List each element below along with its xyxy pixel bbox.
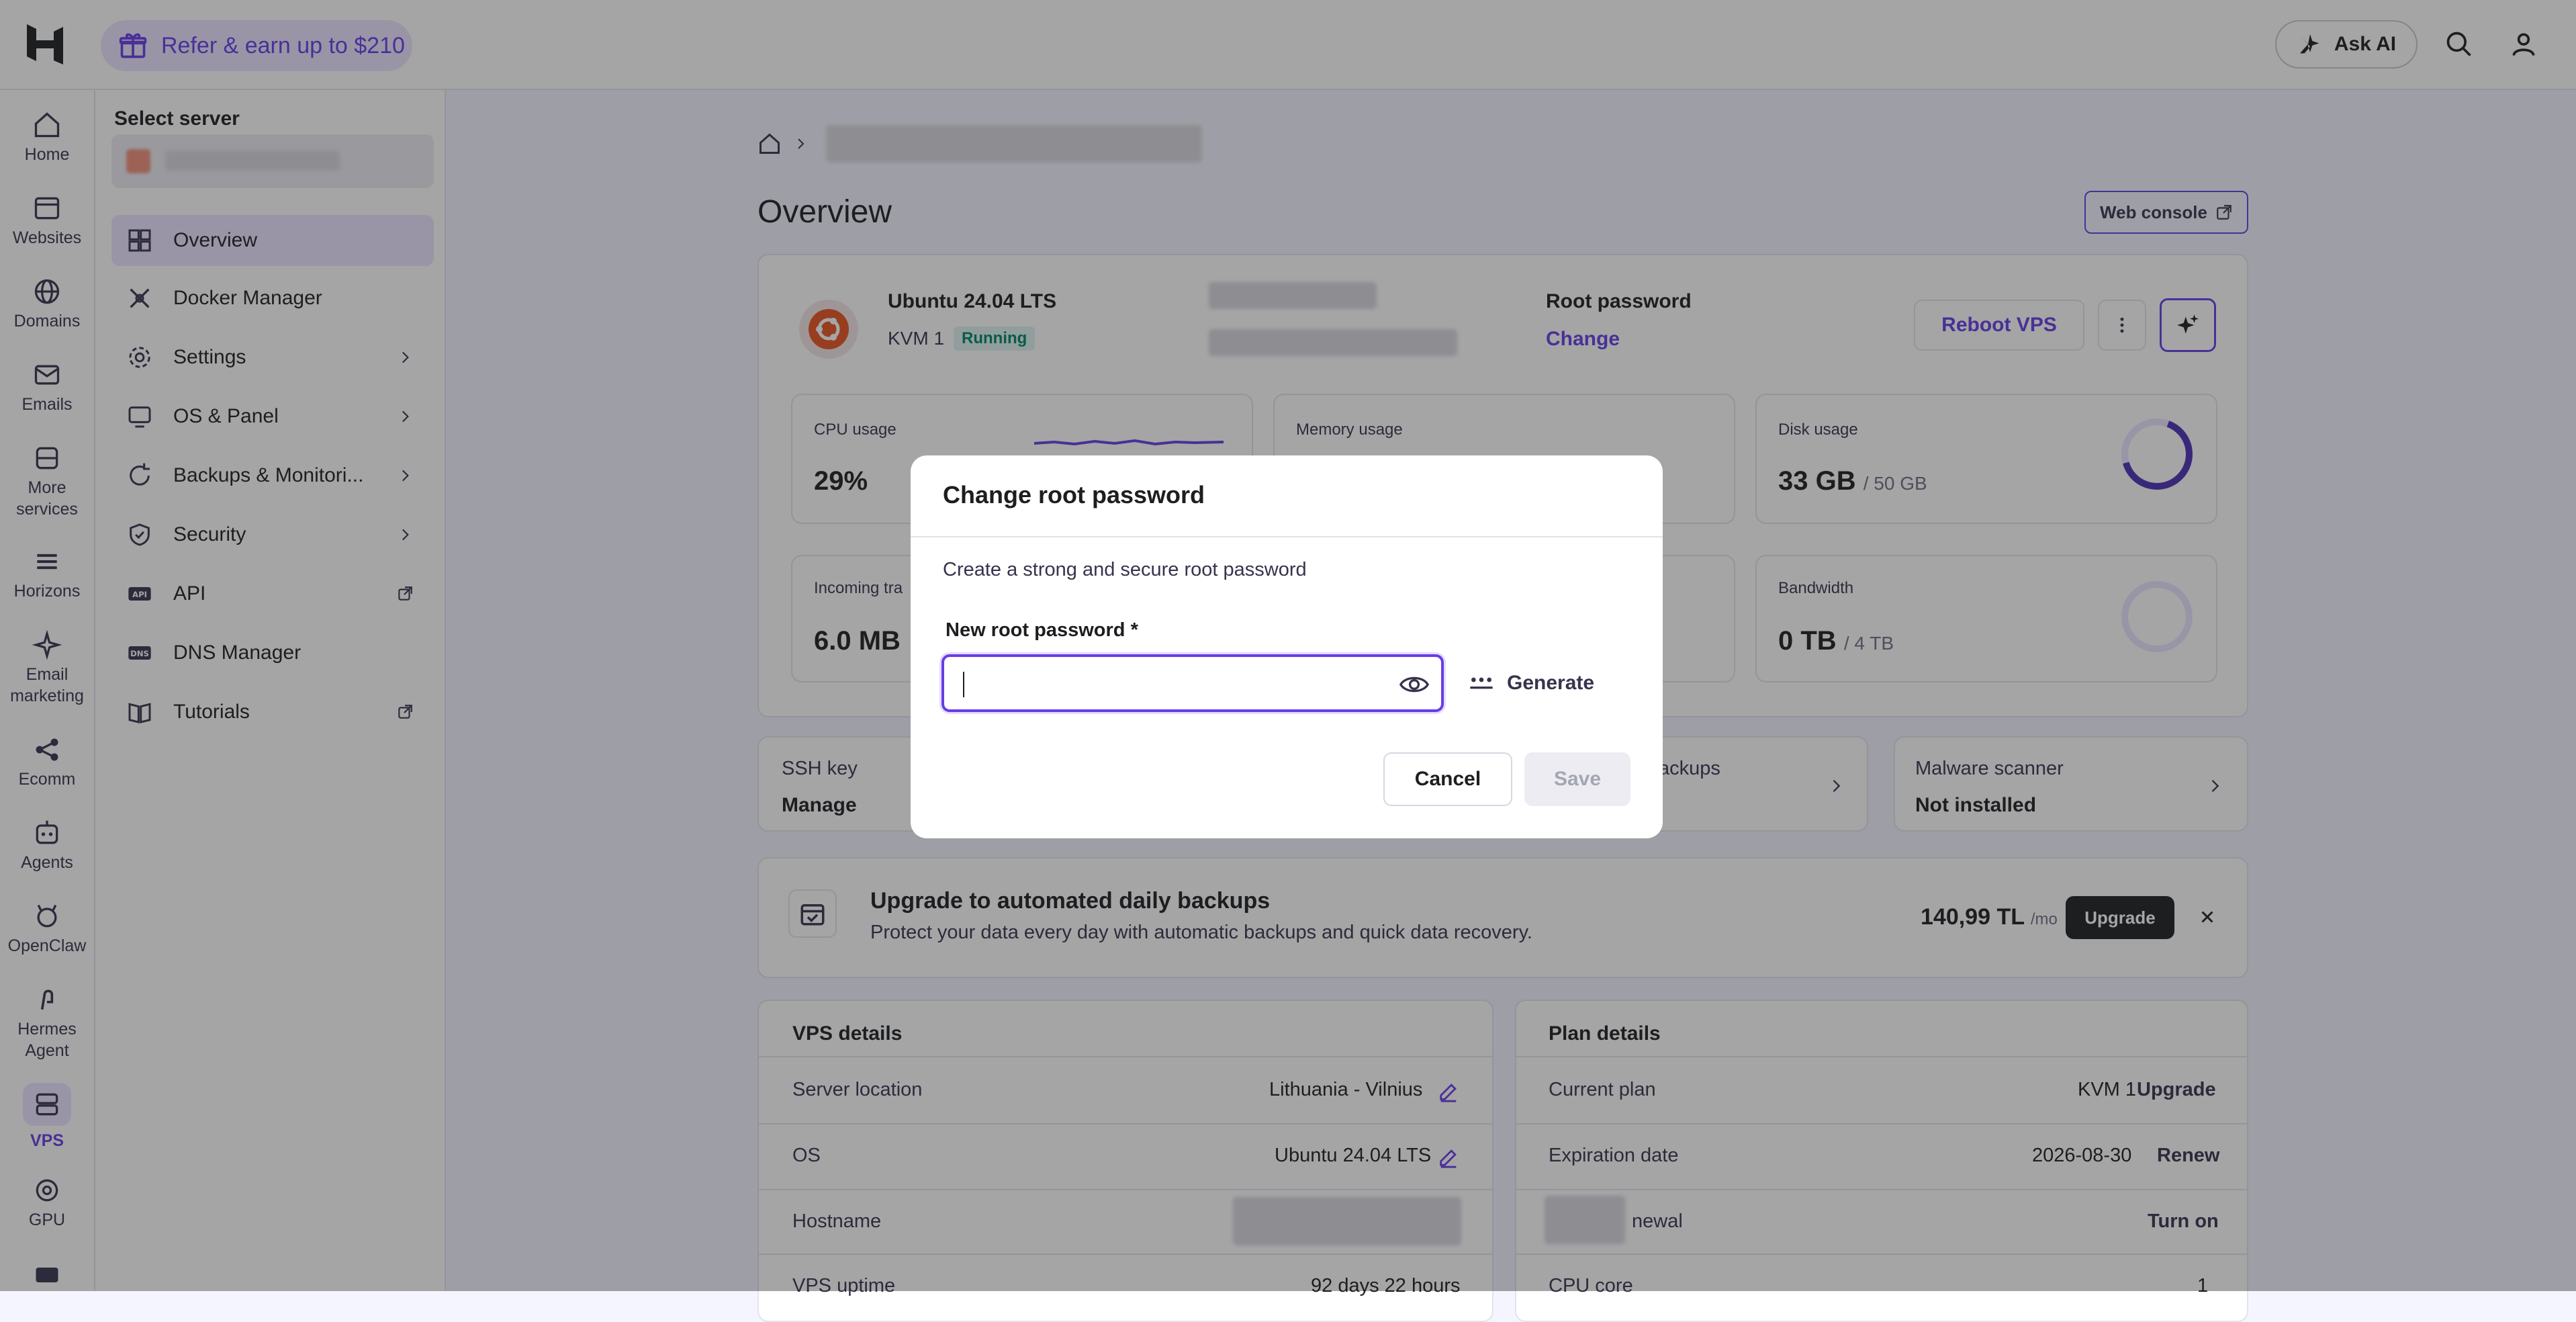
eye-icon[interactable] bbox=[1399, 672, 1429, 697]
generate-password-button[interactable]: Generate bbox=[1468, 661, 1616, 705]
generate-label: Generate bbox=[1507, 672, 1595, 694]
new-root-password-input[interactable] bbox=[941, 654, 1444, 712]
save-button[interactable]: Save bbox=[1524, 752, 1630, 806]
password-field-label: New root password * bbox=[946, 619, 1138, 642]
dialog-divider bbox=[911, 536, 1663, 537]
text-caret bbox=[963, 672, 964, 697]
password-label-text: New root password bbox=[946, 619, 1125, 641]
password-dots-icon bbox=[1470, 677, 1493, 689]
required-asterisk: * bbox=[1130, 619, 1138, 641]
dialog-title: Change root password bbox=[943, 481, 1205, 509]
cancel-button[interactable]: Cancel bbox=[1383, 752, 1512, 806]
dialog-description: Create a strong and secure root password bbox=[943, 559, 1307, 580]
change-root-password-dialog: Change root password Create a strong and… bbox=[911, 455, 1663, 838]
